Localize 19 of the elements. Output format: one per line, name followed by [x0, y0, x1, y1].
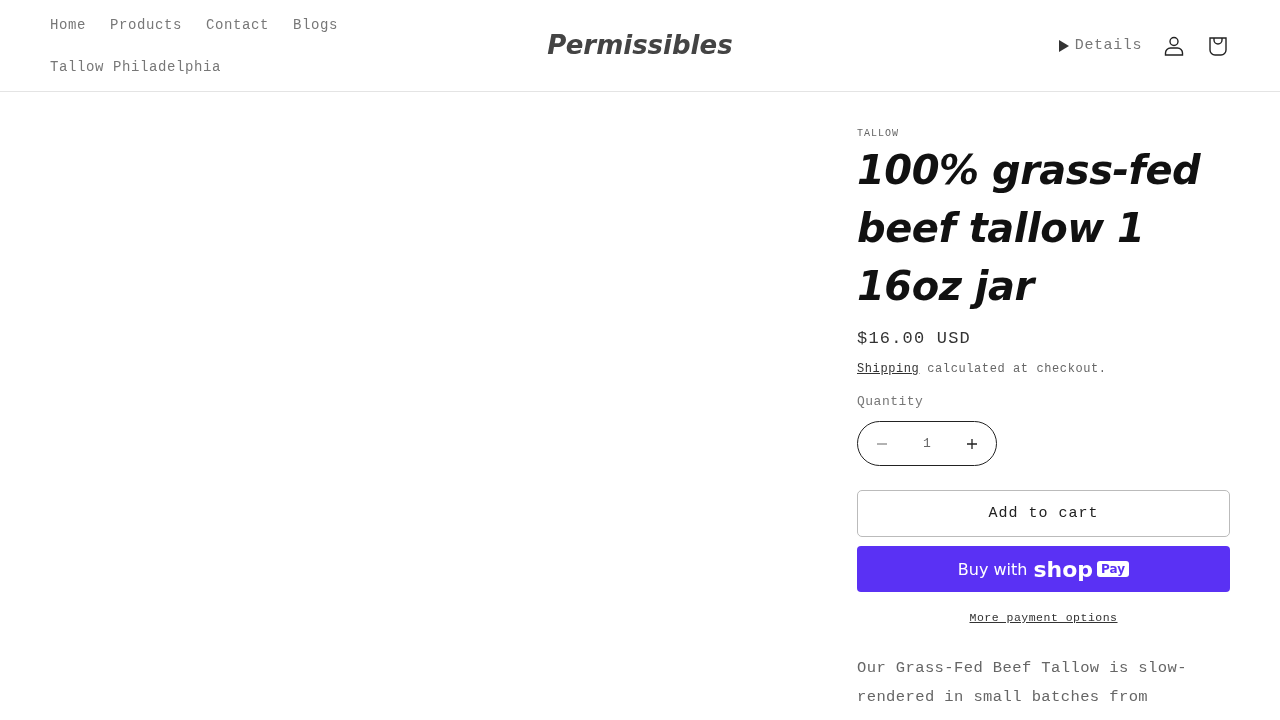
more-payment-options-link[interactable]: More payment options	[969, 611, 1118, 624]
shop-pay-button[interactable]: Buy with shop Pay	[857, 546, 1230, 592]
plus-icon	[966, 437, 978, 450]
details-toggle[interactable]: Details	[1058, 37, 1142, 54]
shipping-link[interactable]: Shipping	[857, 362, 920, 376]
shipping-note: calculated at checkout.	[927, 362, 1107, 376]
nav-link[interactable]: Contact	[206, 15, 270, 34]
product-description: Our Grass-Fed Beef Tallow is slow-rendered in small batches from	[857, 658, 1188, 708]
quantity-label: Quantity	[857, 394, 925, 409]
nav-link[interactable]: Products	[110, 15, 183, 34]
product-vendor: TALLOW	[857, 128, 900, 139]
add-to-cart-button[interactable]: Add to cart	[857, 490, 1230, 537]
nav-link[interactable]: Tallow Philadelphia	[50, 57, 222, 76]
nav-link[interactable]: Blogs	[293, 15, 339, 34]
product-title: 100% grass-fed beef tallow 1 16oz jar	[857, 146, 1202, 311]
nav-link[interactable]: Home	[50, 15, 86, 34]
triangle-icon	[1058, 39, 1069, 52]
product-price: $16.00 USD	[857, 329, 973, 348]
store-logo[interactable]: Permissibles	[547, 29, 733, 60]
